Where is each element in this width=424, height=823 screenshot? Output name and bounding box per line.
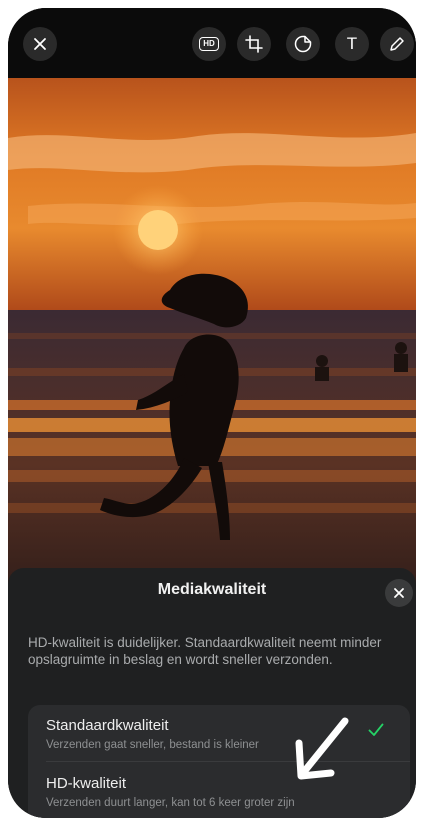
- close-button[interactable]: [23, 27, 57, 61]
- option-title: Standaardkwaliteit: [46, 717, 169, 734]
- option-divider: [46, 761, 410, 762]
- option-subtitle: Verzenden duurt langer, kan tot 6 keer g…: [46, 797, 295, 809]
- draw-button[interactable]: [380, 27, 414, 61]
- text-button[interactable]: T: [335, 27, 369, 61]
- sheet-close-button[interactable]: [385, 579, 413, 607]
- pencil-icon: [390, 37, 404, 51]
- quality-description: HD-kwaliteit is duidelijker. Standaardkw…: [28, 635, 382, 667]
- close-icon: [394, 588, 404, 598]
- text-icon: T: [346, 34, 358, 53]
- option-title: HD-kwaliteit: [46, 775, 127, 792]
- crop-icon: [245, 35, 263, 53]
- close-icon: [34, 38, 46, 50]
- sticker-button[interactable]: [286, 27, 320, 61]
- pointer-arrow-icon: [295, 717, 349, 780]
- sunset-photo: [8, 78, 416, 618]
- sticker-icon: [294, 35, 312, 53]
- editor-toolbar: HD T: [8, 8, 416, 78]
- checkmark-icon: [368, 723, 384, 736]
- hd-icon: HD: [199, 37, 219, 51]
- sheet-title: Mediakwaliteit: [157, 581, 267, 598]
- crop-rotate-button[interactable]: [237, 27, 271, 61]
- option-subtitle: Verzenden gaat sneller, bestand is klein…: [46, 739, 259, 751]
- phone-screen: HD T Mediakwaliteit HD-kwaliteit is duid…: [8, 8, 416, 818]
- photo-image: [8, 78, 416, 618]
- hd-button[interactable]: HD: [192, 27, 226, 61]
